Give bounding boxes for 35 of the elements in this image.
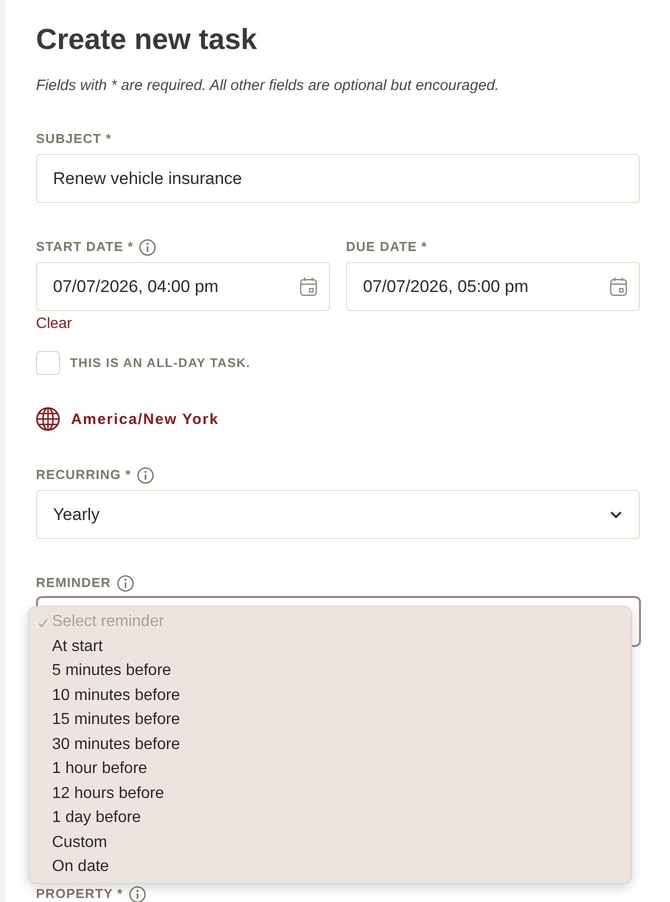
checkbox[interactable]	[36, 351, 60, 375]
dropdown-option[interactable]: 1 day before	[29, 806, 141, 830]
field-label: REMINDER	[36, 575, 111, 591]
field-label: PROPERTY *	[36, 886, 123, 902]
dropdown-option[interactable]: 30 minutes before	[29, 732, 180, 757]
recurring-select[interactable]: Yearly	[36, 490, 640, 539]
chevron-down-icon	[610, 510, 622, 518]
field-label: DUE DATE *	[346, 239, 428, 255]
checkbox-label: THIS IS AN ALL-DAY TASK.	[70, 356, 251, 370]
date-input[interactable]: 07/07/2026, 05:00 pm	[346, 262, 640, 311]
text-input[interactable]: Renew vehicle insurance	[36, 154, 640, 203]
dropdown-option[interactable]: Custom	[29, 830, 108, 855]
instructions-text: Fields with * are required. All other fields are optional but encouraged.	[36, 76, 500, 96]
dropdown-option[interactable]: 10 minutes before	[29, 684, 180, 708]
calendar-icon[interactable]	[300, 277, 317, 296]
date-input[interactable]: 07/07/2026, 04:00 pm	[36, 262, 330, 311]
calendar-icon[interactable]	[610, 277, 627, 296]
dropdown-option[interactable]: 12 hours before	[29, 782, 164, 806]
dropdown-option[interactable]: At start	[29, 634, 103, 659]
dropdown-option[interactable]: 15 minutes before	[29, 708, 180, 732]
field-label: START DATE *	[36, 239, 134, 255]
dropdown-option[interactable]: On date	[29, 855, 109, 880]
clear-link[interactable]: Clear	[36, 315, 72, 333]
info-icon[interactable]	[128, 886, 146, 902]
dropdown-option[interactable]: 1 hour before	[29, 757, 148, 782]
info-icon[interactable]	[137, 466, 154, 484]
info-icon[interactable]	[116, 574, 134, 592]
check-icon	[38, 618, 48, 628]
field-label: SUBJECT *	[36, 131, 112, 147]
info-icon[interactable]	[139, 238, 156, 256]
dropdown-option[interactable]: 5 minutes before	[29, 659, 172, 684]
field-label: RECURRING *	[36, 467, 132, 483]
timezone-link[interactable]: America/New York	[71, 410, 219, 428]
globe-icon[interactable]	[36, 407, 60, 431]
page-title: Create new task	[36, 23, 257, 58]
